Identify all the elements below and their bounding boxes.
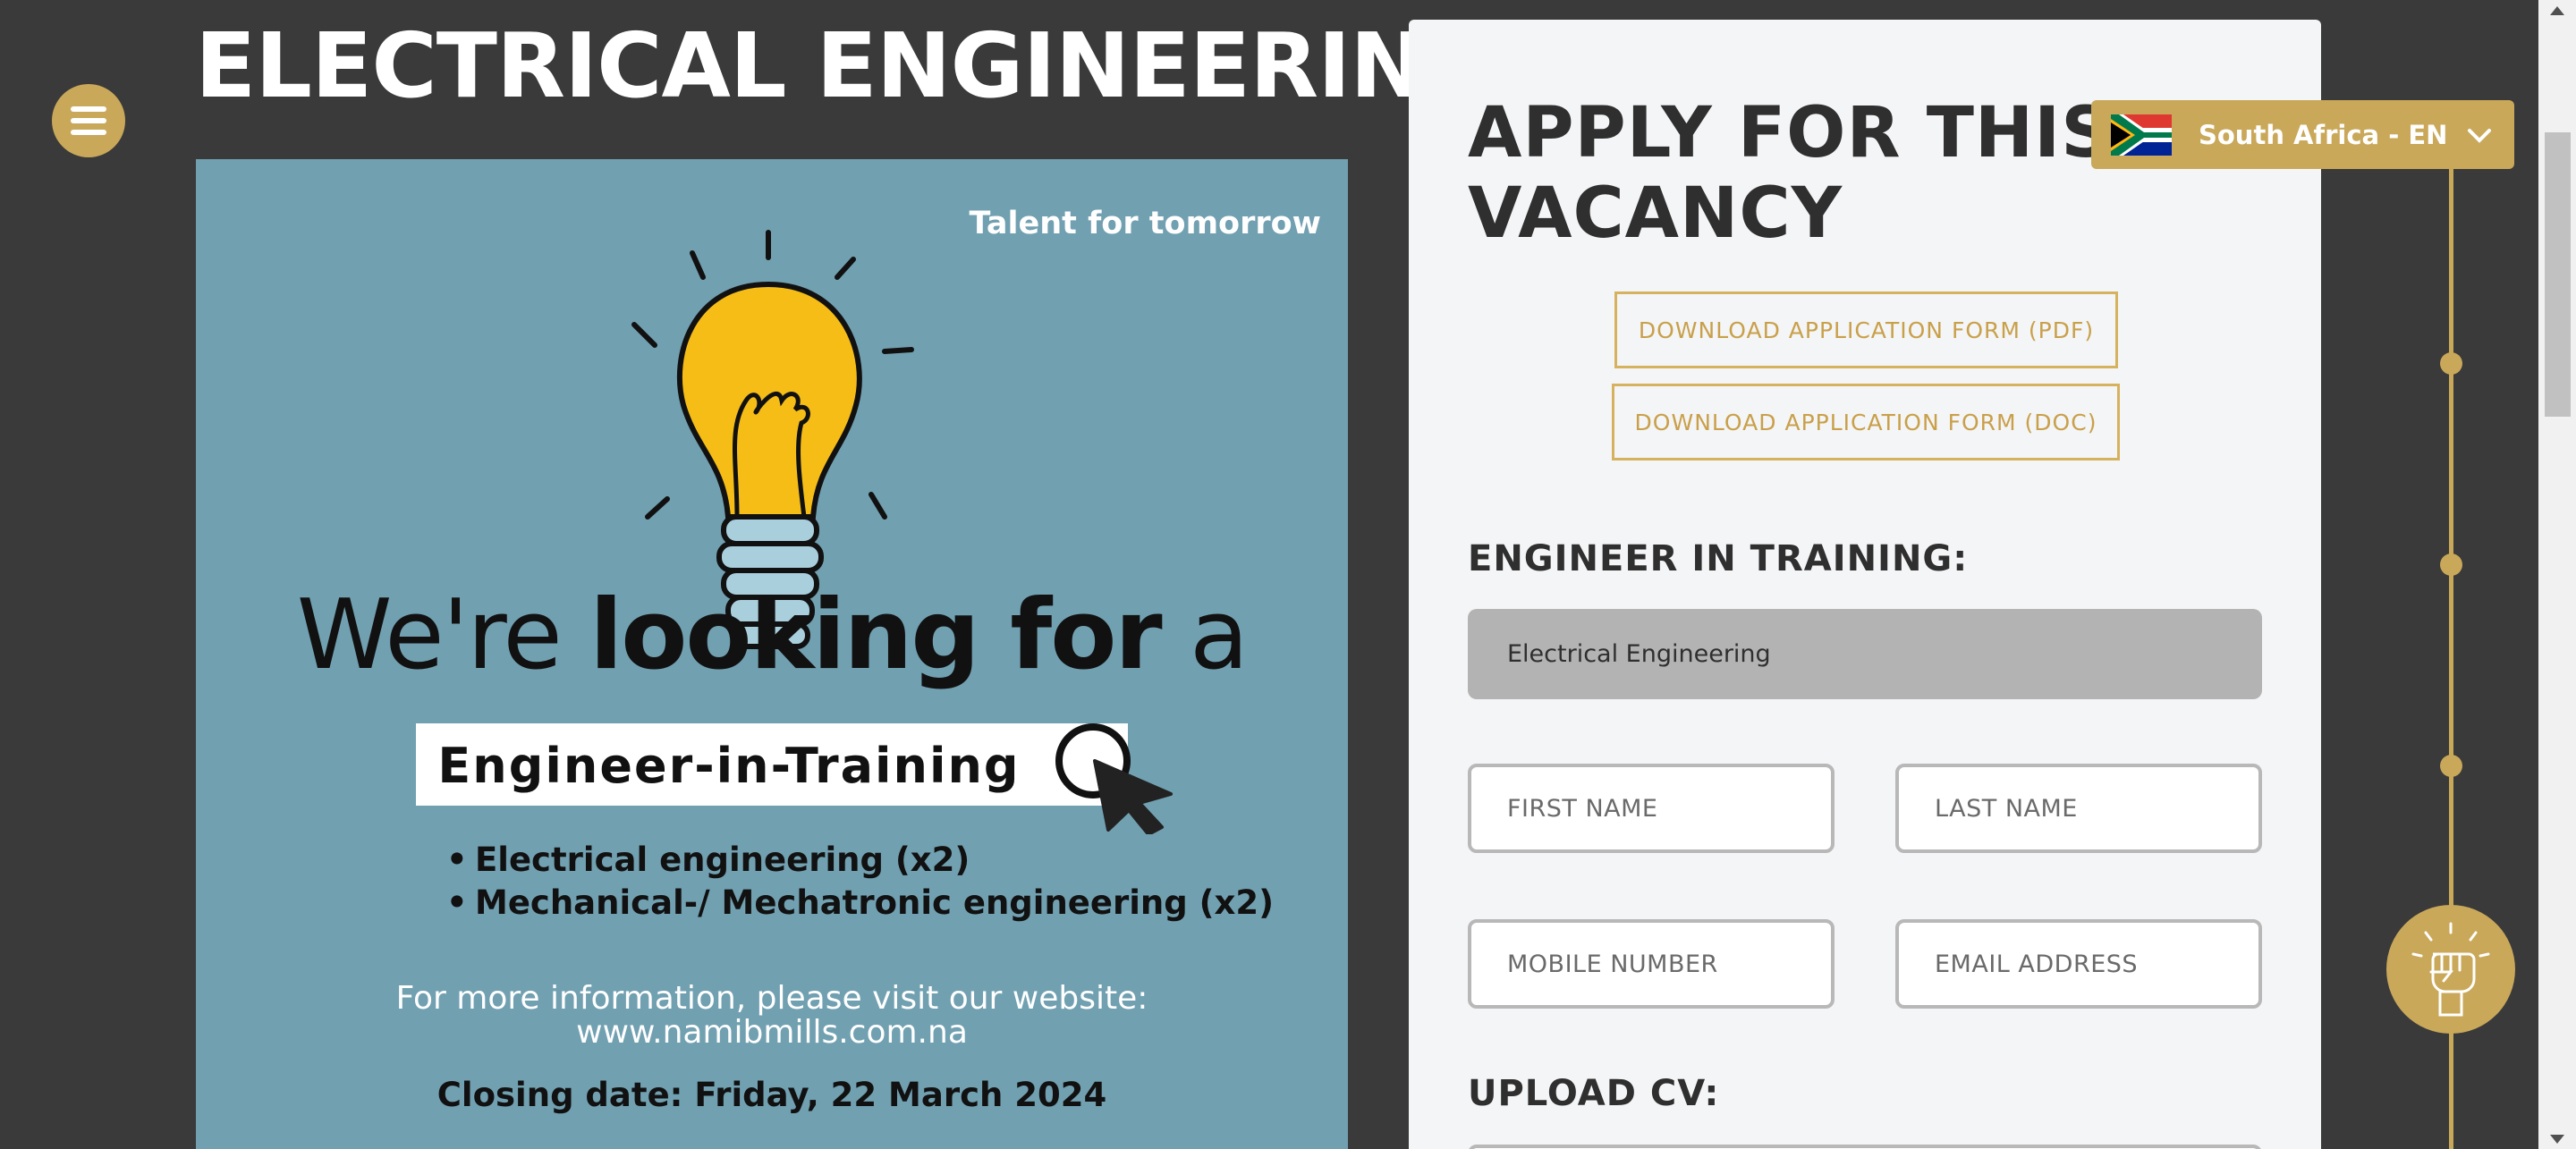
menu-icon-bar bbox=[71, 118, 106, 123]
page-title: ELECTRICAL ENGINEERING bbox=[195, 13, 1497, 118]
south-africa-flag-icon bbox=[2111, 114, 2172, 156]
positions-list: Electrical engineering (x2) Mechanical-/… bbox=[446, 839, 1274, 925]
first-name-field[interactable]: FIRST NAME bbox=[1468, 764, 1835, 853]
last-name-field[interactable]: LAST NAME bbox=[1895, 764, 2262, 853]
headline-end: a bbox=[1190, 579, 1249, 691]
website-text: www.namibmills.com.na bbox=[576, 1014, 968, 1051]
apply-title: APPLY FOR THIS VACANCY bbox=[1468, 93, 2112, 254]
timeline-dot[interactable] bbox=[2440, 352, 2462, 375]
scrollbar-thumb[interactable] bbox=[2545, 132, 2571, 417]
engineer-in-training-select[interactable]: Electrical Engineering bbox=[1468, 609, 2262, 699]
last-name-placeholder: LAST NAME bbox=[1935, 794, 2078, 823]
email-address-field[interactable]: EMAIL ADDRESS bbox=[1895, 919, 2262, 1009]
info-text: For more information, please visit our w… bbox=[395, 980, 1148, 1017]
application-panel: APPLY FOR THIS VACANCY DOWNLOAD APPLICAT… bbox=[1409, 20, 2321, 1149]
list-item: Mechanical-/ Mechatronic engineering (x2… bbox=[446, 882, 1274, 925]
scroll-down-arrow-icon[interactable] bbox=[2547, 1132, 2567, 1146]
raised-fist-icon bbox=[2411, 922, 2490, 1017]
scroll-up-arrow-icon[interactable] bbox=[2547, 4, 2567, 18]
mobile-number-field[interactable]: MOBILE NUMBER bbox=[1468, 919, 1835, 1009]
mobile-placeholder: MOBILE NUMBER bbox=[1507, 950, 1718, 978]
upload-cv-label: UPLOAD CV: bbox=[1468, 1073, 1720, 1114]
hamburger-menu-button[interactable] bbox=[52, 84, 125, 157]
list-item: Electrical engineering (x2) bbox=[446, 839, 1274, 882]
timeline-dot[interactable] bbox=[2440, 553, 2462, 576]
raised-fist-button[interactable] bbox=[2386, 905, 2515, 1034]
chevron-down-icon bbox=[2468, 129, 2491, 143]
selected-value: Electrical Engineering bbox=[1507, 640, 1771, 668]
apply-title-line: VACANCY bbox=[1468, 173, 1843, 254]
engineer-in-training-label: ENGINEER IN TRAINING: bbox=[1468, 538, 1969, 579]
timeline-dot[interactable] bbox=[2440, 755, 2462, 777]
closing-date: Closing date: Friday, 22 March 2024 bbox=[436, 1076, 1107, 1114]
vacancy-poster: Talent for tomorrow We're looking for a … bbox=[196, 159, 1348, 1149]
role-title: Engineer-in-Training bbox=[437, 738, 1021, 794]
cursor-click-icon bbox=[1055, 723, 1173, 834]
poster-info: For more information, please visit our w… bbox=[196, 982, 1348, 1050]
download-doc-button[interactable]: DOWNLOAD APPLICATION FORM (DOC) bbox=[1612, 384, 2120, 460]
email-placeholder: EMAIL ADDRESS bbox=[1935, 950, 2139, 978]
headline-bold: looking for bbox=[589, 579, 1162, 691]
headline-light: We're bbox=[296, 579, 563, 691]
apply-title-line: APPLY FOR THIS bbox=[1468, 93, 2113, 173]
role-banner: Engineer-in-Training bbox=[416, 723, 1128, 806]
first-name-placeholder: FIRST NAME bbox=[1507, 794, 1658, 823]
menu-icon-bar bbox=[71, 130, 106, 135]
country-label: South Africa - EN bbox=[2199, 119, 2448, 150]
country-selector[interactable]: South Africa - EN bbox=[2091, 100, 2514, 169]
menu-icon-bar bbox=[71, 106, 106, 112]
poster-tagline: Talent for tomorrow bbox=[969, 206, 1321, 241]
upload-cv-field[interactable] bbox=[1468, 1145, 2262, 1149]
download-pdf-button[interactable]: DOWNLOAD APPLICATION FORM (PDF) bbox=[1614, 291, 2118, 368]
poster-headline: We're looking for a bbox=[196, 579, 1348, 691]
